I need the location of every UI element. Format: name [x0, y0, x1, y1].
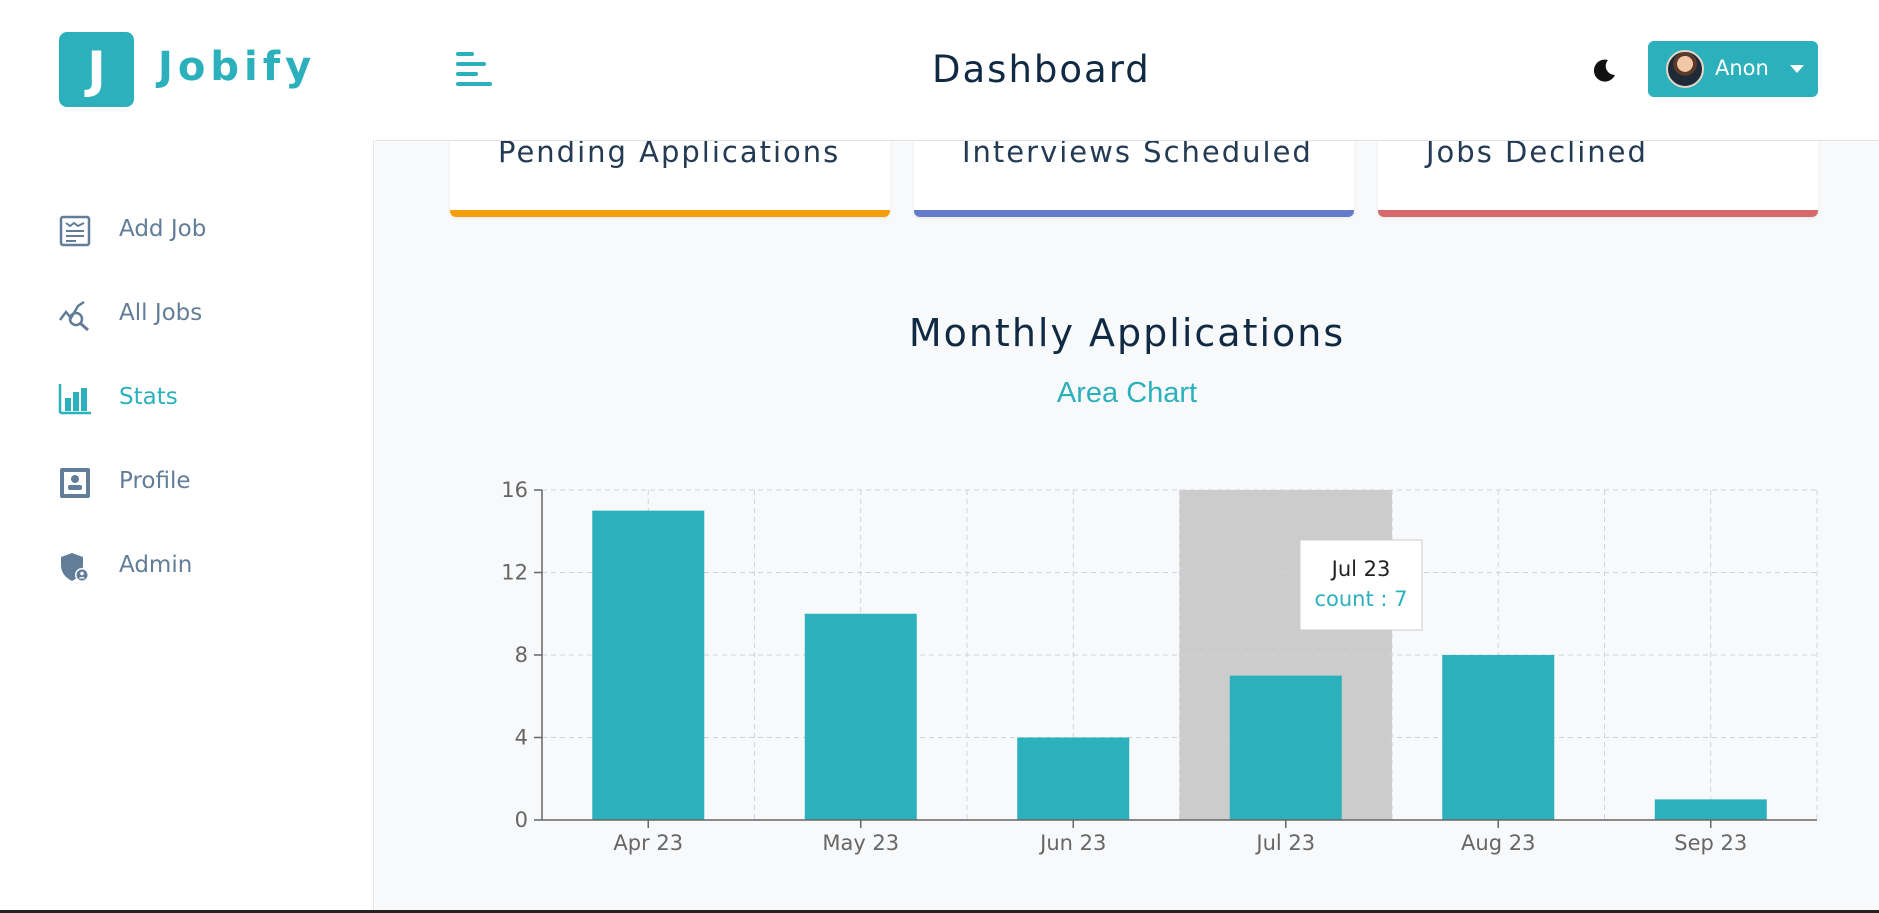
moon-icon	[1593, 59, 1615, 82]
sidebar-item-profile[interactable]: Profile	[58, 462, 358, 502]
sidebar-item-admin[interactable]: Admin	[58, 546, 358, 586]
app: J Jobify Dashboard Anon Add Job All Jobs…	[0, 0, 1879, 913]
caret-down-icon	[1790, 65, 1804, 73]
top-navbar: J Jobify Dashboard Anon	[0, 0, 1879, 140]
y-tick-label: 16	[501, 478, 528, 502]
bar	[1654, 799, 1767, 820]
user-name: Anon	[1715, 56, 1769, 80]
sidebar-item-all-jobs[interactable]: All Jobs	[58, 294, 358, 334]
y-tick-label: 4	[515, 726, 528, 750]
sidebar-toggle-button[interactable]	[454, 50, 494, 88]
bar	[1229, 675, 1342, 820]
sidebar-item-label: Add Job	[119, 216, 207, 242]
y-tick-label: 0	[515, 808, 528, 832]
stat-accent-bar	[1378, 210, 1818, 217]
x-tick-label: Apr 23	[613, 831, 683, 855]
stats-icon	[58, 384, 91, 415]
stat-title: Jobs Declined	[1426, 141, 1648, 169]
y-tick-label: 8	[515, 643, 528, 667]
sidebar: Add Job All Jobs Stats Profile Admin	[0, 140, 374, 913]
logo-icon: J	[59, 32, 134, 107]
x-tick-label: Jun 23	[1038, 831, 1106, 855]
stat-card-interviews: Interviews Scheduled	[914, 141, 1354, 217]
main-content: Pending Applications Interviews Schedule…	[375, 140, 1879, 910]
brand-name: Jobify	[158, 44, 317, 90]
y-tick-label: 12	[501, 561, 528, 585]
stat-title: Interviews Scheduled	[962, 141, 1313, 169]
tooltip-label: Jul 23	[1330, 557, 1391, 581]
stat-title: Pending Applications	[498, 141, 841, 169]
x-tick-label: May 23	[822, 831, 899, 855]
admin-icon	[61, 553, 89, 582]
chart-type-toggle-button[interactable]: Area Chart	[375, 377, 1879, 410]
sidebar-item-label: Profile	[119, 468, 191, 494]
sidebar-item-label: Stats	[119, 384, 178, 410]
tooltip-value: count : 7	[1314, 587, 1407, 611]
stat-accent-bar	[450, 210, 890, 217]
add-job-icon	[59, 215, 91, 247]
theme-toggle-button[interactable]	[1590, 56, 1618, 84]
profile-icon	[60, 468, 90, 498]
stat-card-pending: Pending Applications	[450, 141, 890, 217]
chart-title: Monthly Applications	[908, 311, 1346, 355]
bar	[592, 510, 705, 820]
user-menu-button[interactable]: Anon	[1648, 41, 1818, 97]
sidebar-item-add-job[interactable]: Add Job	[58, 210, 358, 250]
bar-chart: 0 4 8 12 16 Apr 23 May 23 Jun 23 Jul 23 Aug 23 Sep…	[501, 478, 1818, 855]
sidebar-item-stats[interactable]: Stats	[58, 378, 358, 418]
stat-card-declined: Jobs Declined	[1378, 141, 1818, 217]
sidebar-item-label: All Jobs	[119, 300, 203, 326]
avatar	[1666, 50, 1704, 88]
x-tick-label: Jul 23	[1254, 831, 1315, 855]
sidebar-item-label: Admin	[119, 552, 193, 578]
x-tick-label: Aug 23	[1461, 831, 1535, 855]
tooltip-box	[1299, 539, 1423, 631]
page-title: Dashboard	[932, 48, 1151, 91]
x-tick-label: Sep 23	[1674, 831, 1747, 855]
bar	[804, 613, 917, 820]
stat-accent-bar	[914, 210, 1354, 217]
bar	[1017, 737, 1130, 820]
all-jobs-icon	[59, 300, 89, 332]
menu-align-left-icon	[456, 52, 492, 86]
bar	[1442, 655, 1555, 820]
logo-letter: J	[87, 40, 106, 99]
chart-container: 0 4 8 12 16 Apr 23 May 23 Jun 23 Jul 23 Aug 23 Sep…	[375, 451, 1879, 911]
